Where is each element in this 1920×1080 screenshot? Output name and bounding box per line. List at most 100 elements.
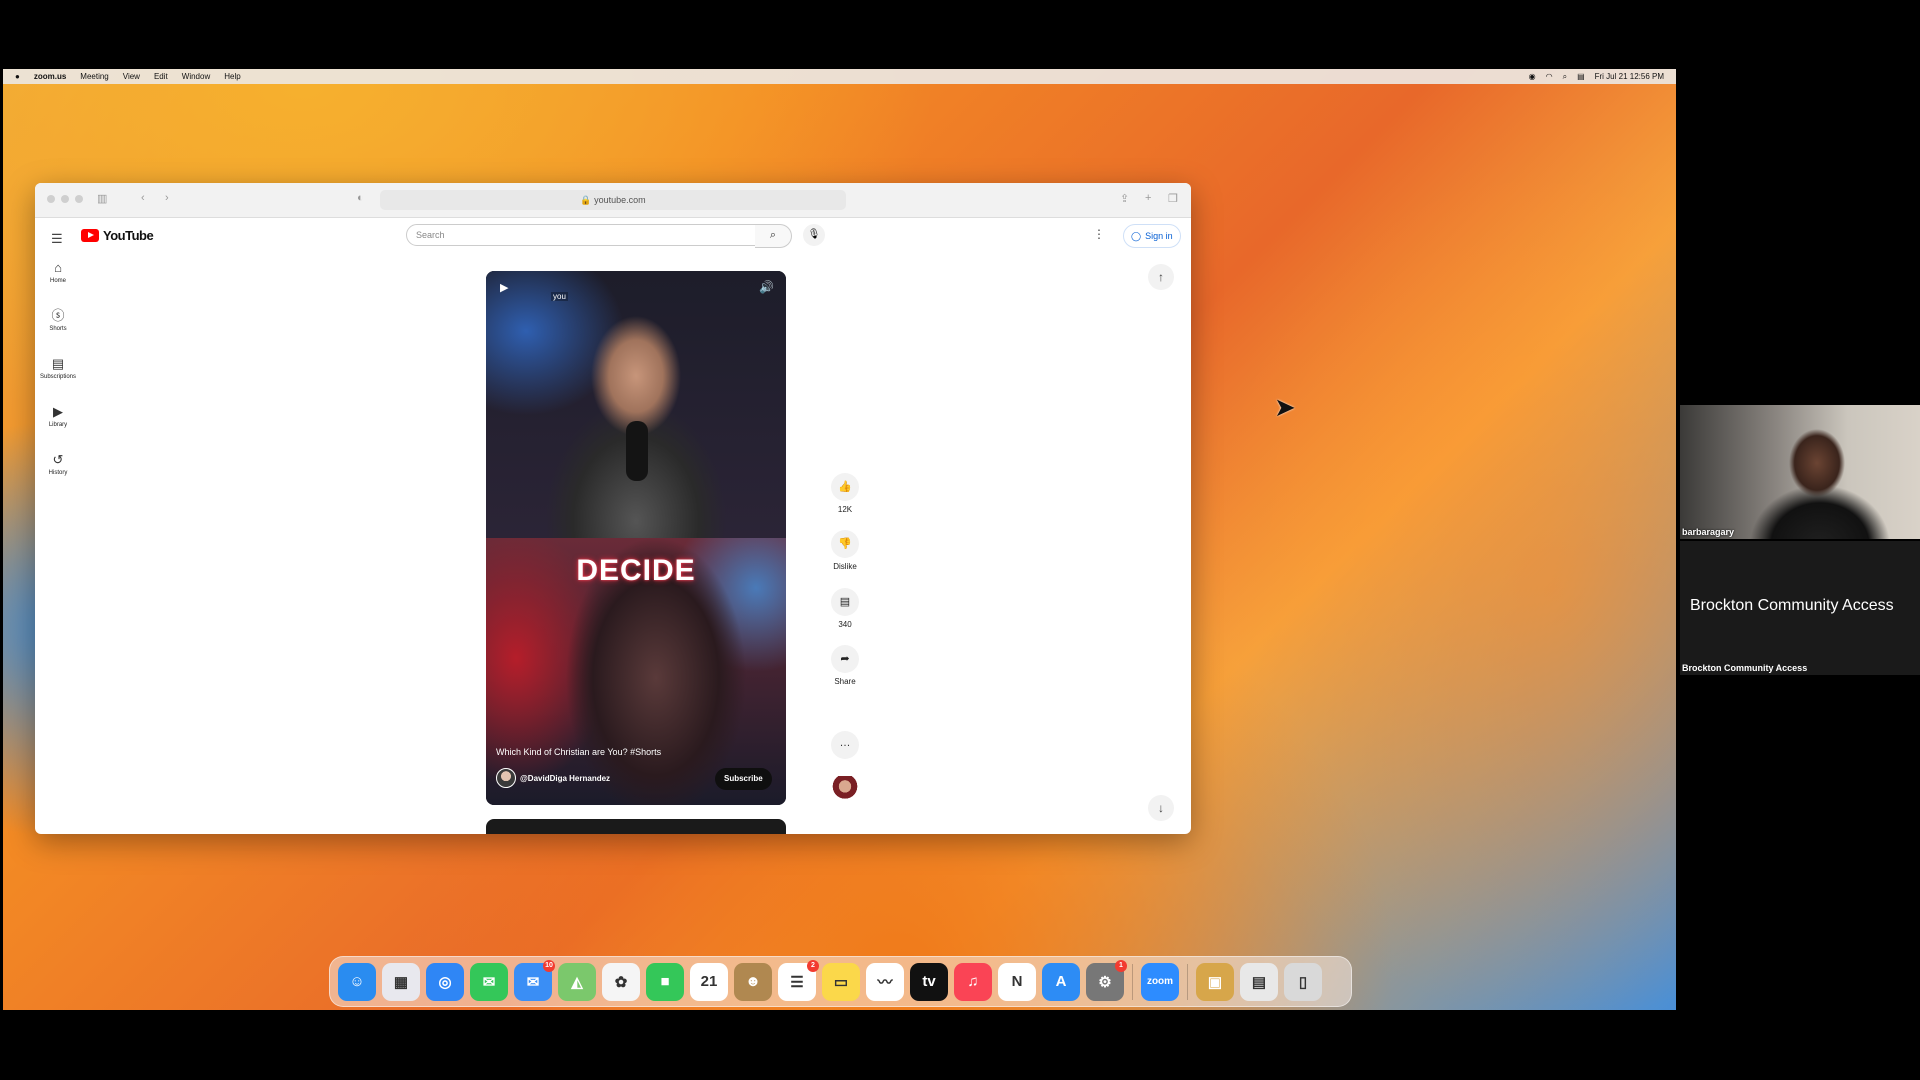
arrow-down-icon: ↓ bbox=[1158, 801, 1164, 815]
dock-contacts-icon[interactable]: ☻ bbox=[734, 962, 772, 1001]
dock-separator bbox=[1132, 963, 1133, 1000]
like-count: 12K bbox=[837, 505, 853, 514]
url-text: youtube.com bbox=[594, 195, 646, 205]
next-short-button[interactable]: ↓ bbox=[1148, 795, 1174, 821]
address-bar[interactable]: 🔒 youtube.com bbox=[380, 190, 846, 210]
dock-calendar-icon[interactable]: 21 bbox=[690, 962, 728, 1001]
menu-help[interactable]: Help bbox=[224, 72, 240, 81]
dock-freeform-icon[interactable]: 〰 bbox=[866, 962, 904, 1001]
dock-archive-icon[interactable]: ▣ bbox=[1196, 962, 1234, 1001]
mac-dock: ☺ ▦ ◎ ✉ ✉ 10 ◭ ✿ ■ 21 ☻ ☰ 2 ▭ 〰 tv ♫ N A ⚙ 1 zoom ▣ ▤ ▯ bbox=[329, 956, 1352, 1007]
dock-system-settings-icon[interactable]: ⚙ 1 bbox=[1086, 959, 1127, 1001]
mouse-cursor-icon: ➤ bbox=[1274, 392, 1296, 422]
sidebar-item-home[interactable]: ⌂ Home bbox=[35, 259, 81, 307]
participant-tile[interactable]: Brockton Community Access Brockton Commu… bbox=[1680, 541, 1920, 675]
youtube-play-icon bbox=[81, 229, 99, 242]
dock-trash-icon[interactable]: ▯ bbox=[1284, 962, 1322, 1001]
menu-meeting[interactable]: Meeting bbox=[80, 72, 108, 81]
menu-view[interactable]: View bbox=[123, 72, 140, 81]
dock-notes-icon[interactable]: ▭ bbox=[822, 962, 860, 1001]
subscribe-button[interactable]: Subscribe bbox=[715, 768, 772, 790]
dock-documents-icon[interactable]: ▤ bbox=[1240, 962, 1278, 1001]
channel-thumbnail[interactable] bbox=[832, 776, 858, 802]
dislike-label: Dislike bbox=[833, 562, 857, 571]
window-controls[interactable] bbox=[47, 195, 83, 203]
more-actions-icon[interactable]: … bbox=[831, 731, 859, 759]
play-icon[interactable]: ▶ bbox=[500, 281, 508, 294]
dock-maps-icon[interactable]: ◭ bbox=[558, 962, 596, 1001]
forward-icon[interactable]: › bbox=[165, 192, 169, 204]
menu-window[interactable]: Window bbox=[182, 72, 210, 81]
channel-link[interactable]: @DavidDiga Hernandez bbox=[496, 768, 610, 788]
safari-window: ▥ ‹ › ◐ 🔒 youtube.com ⇪ + ❐ ☰ YouTube Se… bbox=[35, 183, 1191, 834]
sidebar-item-library[interactable]: ▶ Library bbox=[35, 403, 81, 451]
apple-menu-icon[interactable]: ● bbox=[15, 72, 20, 81]
share-icon[interactable]: ⇪ bbox=[1120, 192, 1129, 205]
dock-photos-icon[interactable]: ✿ bbox=[602, 962, 640, 1001]
dock-finder-icon[interactable]: ☺ bbox=[338, 962, 376, 1001]
thumbs-down-icon: 👎 bbox=[831, 530, 859, 558]
dock-reminders-icon[interactable]: ☰ 2 bbox=[778, 959, 819, 1001]
dock-separator bbox=[1187, 963, 1188, 1000]
search-icon: ⌕ bbox=[769, 229, 777, 241]
dock-news-icon[interactable]: N bbox=[998, 962, 1036, 1001]
menubar-clock[interactable]: Fri Jul 21 12:56 PM bbox=[1595, 72, 1664, 81]
dock-badge: 2 bbox=[807, 959, 819, 972]
new-tab-icon[interactable]: + bbox=[1145, 192, 1151, 204]
participant-display-name: Brockton Community Access bbox=[1690, 597, 1894, 614]
voice-search-button[interactable]: 🎙 bbox=[803, 224, 825, 246]
menu-edit[interactable]: Edit bbox=[154, 72, 168, 81]
next-short-preview[interactable] bbox=[486, 819, 786, 834]
short-title[interactable]: Which Kind of Christian are You? #Shorts bbox=[496, 747, 661, 757]
video-frame-speaker bbox=[486, 271, 786, 538]
microphone-icon: 🎙 bbox=[807, 229, 821, 240]
wifi-icon[interactable]: ◠ bbox=[1546, 72, 1553, 81]
sidebar-item-history[interactable]: ↺ History bbox=[35, 451, 81, 499]
control-center-icon[interactable]: ▤ bbox=[1577, 72, 1585, 81]
shorts-icon: ⓢ bbox=[51, 308, 65, 323]
spotlight-icon[interactable]: ⌕ bbox=[1563, 72, 1567, 82]
participant-name: barbaragary bbox=[1682, 527, 1735, 537]
dock-tv-icon[interactable]: tv bbox=[910, 962, 948, 1001]
participant-video[interactable]: barbaragary bbox=[1680, 405, 1920, 539]
back-icon[interactable]: ‹ bbox=[141, 192, 145, 204]
settings-more-icon[interactable]: ⋮ bbox=[1093, 227, 1105, 241]
dock-zoom-icon[interactable]: zoom bbox=[1141, 962, 1179, 1001]
channel-avatar[interactable] bbox=[496, 768, 516, 788]
library-icon: ▶ bbox=[53, 404, 63, 419]
search-input[interactable]: Search bbox=[406, 224, 756, 246]
privacy-icon[interactable]: ◐ bbox=[357, 192, 364, 204]
menu-app-name[interactable]: zoom.us bbox=[34, 72, 66, 81]
volume-icon[interactable]: 🔊 bbox=[759, 280, 774, 294]
comment-count: 340 bbox=[838, 620, 852, 629]
dock-messages-icon[interactable]: ✉ bbox=[470, 962, 508, 1001]
short-video-player[interactable]: DECIDE ▶ 🔊 you Which Kind of Christian a… bbox=[486, 271, 786, 805]
dock-mail-icon[interactable]: ✉ 10 bbox=[514, 959, 555, 1001]
tabs-overview-icon[interactable]: ❐ bbox=[1168, 192, 1178, 205]
home-icon: ⌂ bbox=[54, 260, 62, 275]
dock-badge: 10 bbox=[543, 959, 555, 972]
share-button[interactable]: ➦ Share bbox=[826, 645, 864, 686]
youtube-logo[interactable]: YouTube bbox=[81, 228, 154, 243]
status-icon[interactable]: ◉ bbox=[1529, 72, 1536, 81]
dock-launchpad-icon[interactable]: ▦ bbox=[382, 962, 420, 1001]
dock-music-icon[interactable]: ♫ bbox=[954, 962, 992, 1001]
sidebar-toggle-icon[interactable]: ▥ bbox=[97, 192, 107, 205]
previous-short-button[interactable]: ↑ bbox=[1148, 264, 1174, 290]
like-button[interactable]: 👍 12K bbox=[826, 473, 864, 514]
sidebar-item-subscriptions[interactable]: ▤ Subscriptions bbox=[35, 355, 81, 403]
dock-app-store-icon[interactable]: A bbox=[1042, 962, 1080, 1001]
account-icon: ◯ bbox=[1131, 230, 1142, 241]
menu-icon[interactable]: ☰ bbox=[51, 231, 63, 247]
search-button[interactable]: ⌕ bbox=[755, 224, 792, 248]
history-icon: ↺ bbox=[52, 452, 64, 467]
dock-badge: 1 bbox=[1115, 959, 1127, 972]
comment-icon: ▤ bbox=[831, 588, 859, 616]
sidebar-item-shorts[interactable]: ⓢ Shorts bbox=[35, 307, 81, 355]
youtube-sidebar: ⌂ Home ⓢ Shorts ▤ Subscriptions ▶ Librar… bbox=[35, 259, 81, 499]
dislike-button[interactable]: 👎 Dislike bbox=[826, 530, 864, 571]
sign-in-button[interactable]: ◯ Sign in bbox=[1123, 224, 1181, 248]
comments-button[interactable]: ▤ 340 bbox=[826, 588, 864, 629]
dock-safari-icon[interactable]: ◎ bbox=[426, 962, 464, 1001]
dock-facetime-icon[interactable]: ■ bbox=[646, 962, 684, 1001]
